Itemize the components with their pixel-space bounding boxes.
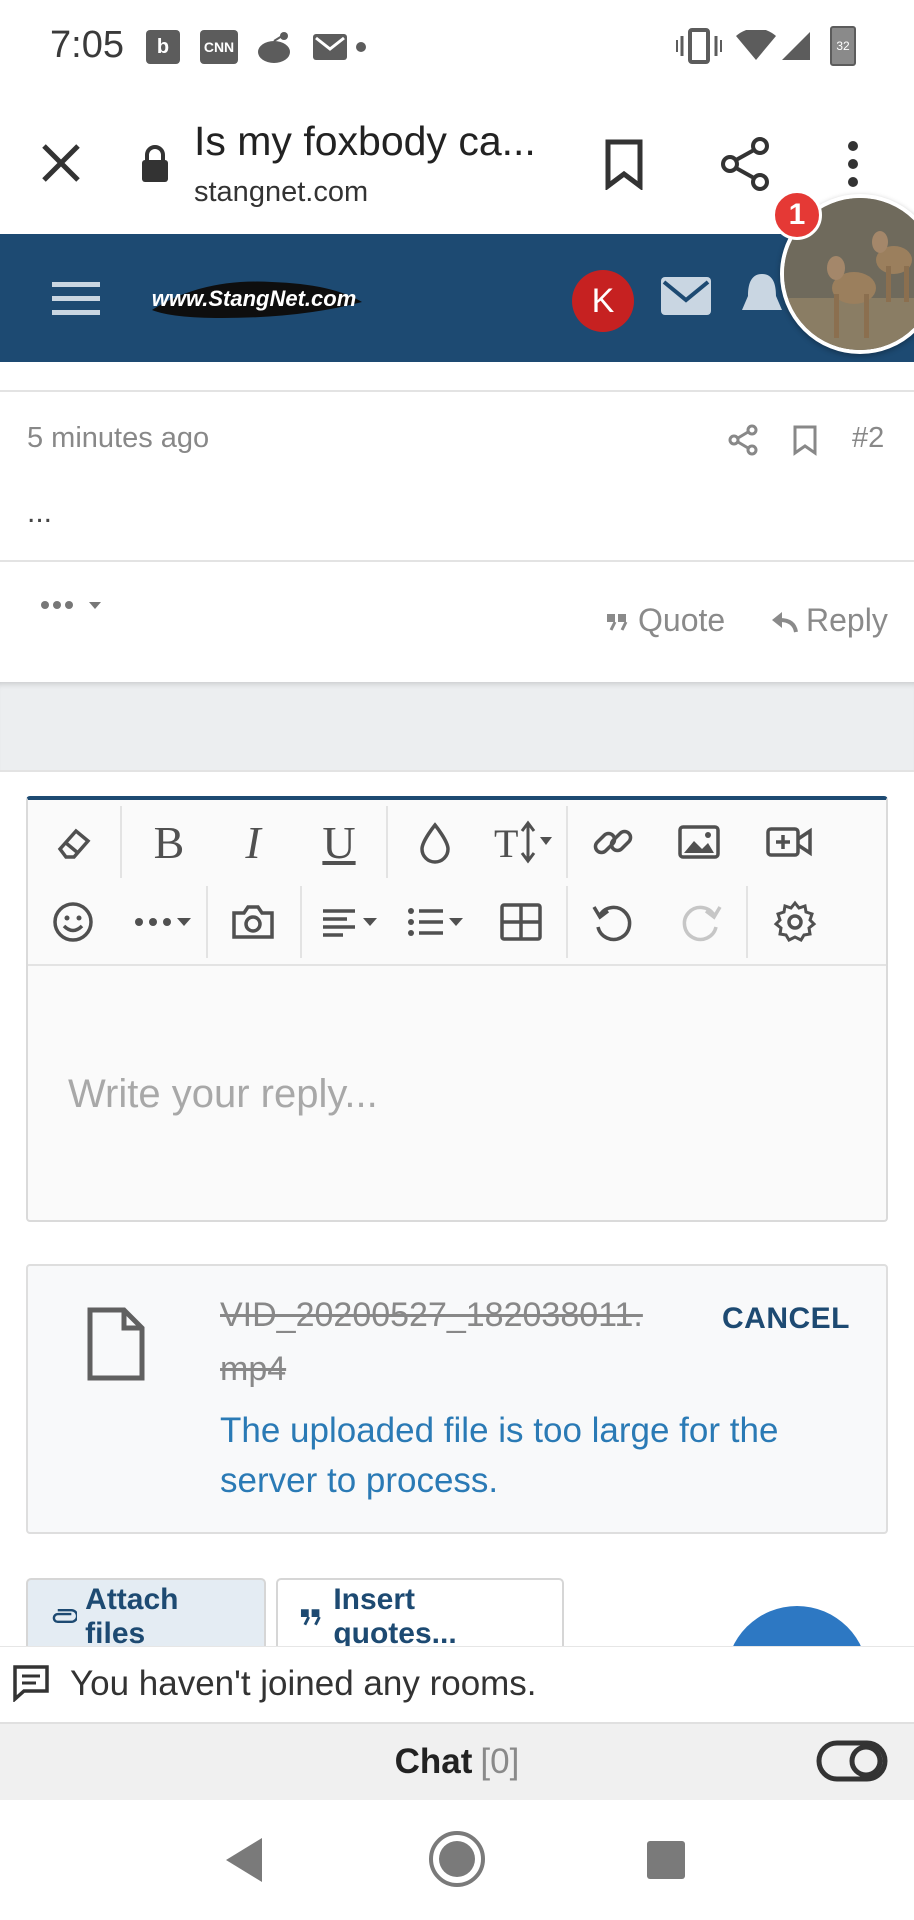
- reply-textarea[interactable]: [28, 968, 886, 1220]
- insert-media-icon[interactable]: [754, 810, 824, 874]
- share-post-icon[interactable]: [728, 424, 758, 456]
- post-number-link[interactable]: #2: [852, 422, 884, 455]
- file-icon: [87, 1307, 145, 1381]
- alerts-bell-icon[interactable]: [740, 270, 784, 326]
- vibrate-icon: [676, 28, 722, 64]
- chat-bubble-icon: [13, 1665, 49, 1702]
- site-logo[interactable]: www.StangNet.com: [142, 272, 367, 322]
- reply-arrow-icon: [772, 612, 798, 633]
- toolbar-bottom-border: [28, 964, 886, 966]
- cnn-app-icon: CNN: [200, 30, 238, 64]
- font-size-icon[interactable]: T: [484, 810, 564, 874]
- chat-toggle-switch-icon[interactable]: [816, 1738, 888, 1784]
- redo-icon: [666, 890, 736, 954]
- toolbar-separator: [300, 886, 302, 958]
- page-title[interactable]: Is my foxbody ca...: [194, 118, 536, 165]
- status-bar: [0, 0, 914, 96]
- smilie-icon[interactable]: [38, 890, 108, 954]
- post-body: ...: [27, 496, 53, 529]
- post-container: [0, 362, 914, 682]
- text-color-icon[interactable]: [400, 810, 470, 874]
- quote-marks-icon: [300, 1609, 321, 1626]
- attach-files-label: Attach files: [85, 1583, 179, 1650]
- bookmark-page-icon[interactable]: [604, 138, 644, 190]
- bold-icon[interactable]: B: [134, 810, 204, 874]
- inbox-icon[interactable]: [660, 276, 712, 316]
- svg-text:T: T: [494, 821, 518, 865]
- remove-format-icon[interactable]: [38, 810, 108, 874]
- share-page-icon[interactable]: [720, 136, 772, 192]
- italic-icon[interactable]: I: [218, 810, 288, 874]
- list-icon[interactable]: [398, 890, 478, 954]
- toolbar-separator: [386, 806, 388, 878]
- chat-toggle-bar[interactable]: Chat [0]: [0, 1722, 914, 1800]
- ellipsis-icon: [41, 601, 73, 609]
- chat-head-badge: 1: [772, 190, 822, 240]
- cell-signal-icon: [782, 32, 810, 60]
- section-separator: [0, 682, 914, 772]
- post-actions-menu[interactable]: [40, 600, 102, 610]
- underline-icon[interactable]: U: [304, 810, 374, 874]
- status-time: 7:05: [50, 24, 124, 66]
- chat-count: [0]: [480, 1742, 520, 1781]
- upload-error-message: The uploaded file is too large for the s…: [220, 1411, 779, 1500]
- bookmark-post-icon[interactable]: [792, 424, 818, 456]
- toolbar-separator: [206, 886, 208, 958]
- chat-rooms-message: You haven't joined any rooms.: [70, 1664, 537, 1703]
- caret-down-icon: [89, 602, 101, 609]
- align-icon[interactable]: [312, 890, 392, 954]
- user-avatar[interactable]: K: [572, 270, 634, 332]
- more-insert-icon[interactable]: [124, 890, 204, 954]
- reply-button[interactable]: Reply: [806, 602, 888, 639]
- recents-nav-icon[interactable]: [646, 1840, 686, 1880]
- quote-button[interactable]: Quote: [638, 602, 725, 639]
- toolbar-separator: [566, 806, 568, 878]
- b-app-icon: b: [146, 30, 180, 64]
- post-timestamp[interactable]: 5 minutes ago: [27, 422, 209, 455]
- insert-quotes-label: Insert quotes...: [333, 1583, 457, 1650]
- undo-icon[interactable]: [578, 890, 648, 954]
- insert-link-icon[interactable]: [578, 810, 648, 874]
- lock-icon[interactable]: [140, 144, 170, 184]
- insert-quotes-button[interactable]: Insert quotes...: [276, 1578, 564, 1656]
- more-options-icon[interactable]: [846, 140, 860, 188]
- post-footer-divider: [0, 560, 914, 562]
- gmail-icon: [313, 34, 347, 60]
- battery-icon: 32: [830, 26, 856, 66]
- attach-files-button[interactable]: Attach files: [26, 1578, 266, 1656]
- post-top-divider: [0, 390, 914, 392]
- site-logo-text: www.StangNet.com: [152, 286, 357, 311]
- editor-top-divider: [0, 770, 914, 772]
- toolbar-separator: [120, 806, 122, 878]
- page-domain[interactable]: stangnet.com: [194, 176, 368, 209]
- quote-marks-icon: [607, 614, 628, 631]
- menu-icon[interactable]: [52, 280, 100, 318]
- camera-icon[interactable]: [218, 890, 288, 954]
- paperclip-icon: [52, 1608, 78, 1624]
- close-tab-icon[interactable]: [40, 142, 82, 184]
- back-nav-icon[interactable]: [222, 1836, 264, 1884]
- uploaded-file-name: VID_20200527_182038011.mp4: [220, 1296, 643, 1388]
- toolbar-separator: [566, 886, 568, 958]
- reddit-icon: [258, 32, 290, 63]
- chat-label: Chat: [394, 1742, 473, 1781]
- insert-table-icon[interactable]: [486, 890, 556, 954]
- more-notifications-dot-icon: [356, 42, 366, 52]
- editor-settings-gear-icon[interactable]: [760, 890, 830, 954]
- insert-image-icon[interactable]: [664, 810, 734, 874]
- toolbar-separator: [746, 886, 748, 958]
- home-nav-icon[interactable]: [428, 1830, 486, 1888]
- cancel-upload-button[interactable]: CANCEL: [722, 1302, 850, 1336]
- wifi-icon: [736, 30, 776, 60]
